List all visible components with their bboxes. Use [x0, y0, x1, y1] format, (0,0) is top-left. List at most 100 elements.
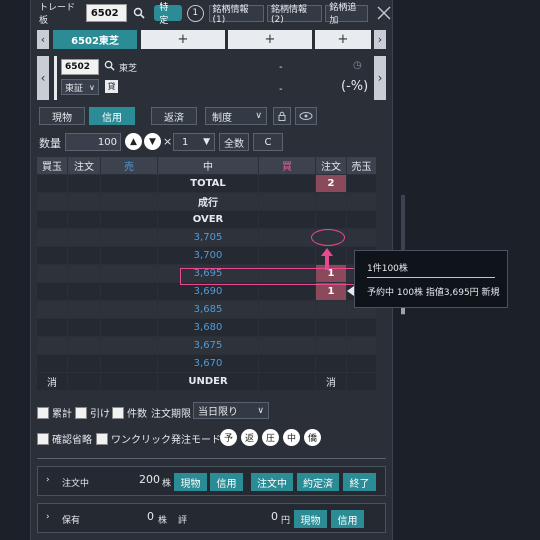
buy-position-cell[interactable] [37, 355, 67, 372]
price-cell[interactable]: 3,685 [158, 301, 258, 318]
stock-info-1-button[interactable]: 銘柄情報(1) [208, 4, 264, 25]
sell-qty-cell[interactable] [101, 337, 157, 354]
sell-position-cell[interactable] [347, 355, 376, 372]
system-select[interactable]: 制度 ∨ [205, 107, 267, 125]
circle-naka-button[interactable]: 中 [283, 429, 300, 446]
circle-kyo-button[interactable]: 僑 [304, 429, 321, 446]
board-row[interactable]: OVER [37, 211, 376, 229]
buy-qty-cell[interactable] [259, 301, 315, 318]
sell-qty-cell[interactable] [101, 355, 157, 372]
buy-order-cell[interactable] [316, 319, 346, 336]
sell-order-cell[interactable] [68, 247, 100, 264]
buy-qty-cell[interactable] [259, 211, 315, 228]
sell-position-cell[interactable] [347, 229, 376, 246]
cancel-all-buy-button[interactable]: 消 [316, 373, 346, 390]
orders-executed-button[interactable]: 約定済 [297, 473, 339, 491]
tab-add-3[interactable]: + [228, 30, 312, 49]
buy-position-cell[interactable] [37, 265, 67, 282]
sell-order-cell[interactable] [68, 175, 100, 192]
buy-order-cell[interactable] [316, 301, 346, 318]
holdings-margin-button[interactable]: 信用 [331, 510, 364, 528]
price-cell[interactable]: 3,675 [158, 337, 258, 354]
sell-order-cell[interactable] [68, 193, 100, 210]
cumulative-checkbox[interactable]: 累計 [37, 405, 72, 420]
sell-position-cell[interactable] [347, 211, 376, 228]
price-cell[interactable]: 3,700 [158, 247, 258, 264]
buy-order-cell[interactable]: 1 [316, 283, 346, 300]
sell-qty-cell[interactable] [101, 265, 157, 282]
board-row[interactable]: 3,675 [37, 337, 376, 355]
price-cell[interactable]: TOTAL [158, 175, 258, 192]
sell-order-cell[interactable] [68, 229, 100, 246]
orders-margin-button[interactable]: 信用 [210, 473, 243, 491]
tab-stock-1[interactable]: 6502東芝 [53, 30, 137, 49]
all-quantity-button[interactable]: 全数 [219, 133, 249, 151]
count-checkbox[interactable]: 件数 [112, 405, 147, 420]
buy-position-cell[interactable] [37, 229, 67, 246]
lock-icon[interactable] [273, 107, 291, 125]
clear-button[interactable]: C [253, 133, 283, 151]
sell-order-cell[interactable] [68, 355, 100, 372]
expiry-select[interactable]: 当日限り ∨ [193, 402, 269, 419]
margin-button[interactable]: 信用 [89, 107, 135, 125]
tab-next-arrow-icon[interactable]: › [374, 30, 386, 49]
sell-qty-cell[interactable] [101, 301, 157, 318]
eye-icon[interactable] [295, 107, 317, 125]
one-click-checkbox[interactable]: ワンクリック発注モード [96, 431, 221, 446]
orders-cash-button[interactable]: 現物 [174, 473, 207, 491]
buy-position-cell[interactable] [37, 247, 67, 264]
buy-position-cell[interactable] [37, 337, 67, 354]
board-row[interactable]: 3,690 1 [37, 283, 376, 301]
buy-order-cell[interactable] [316, 193, 346, 210]
next-stock-arrow-icon[interactable]: › [374, 56, 386, 100]
sell-qty-cell[interactable] [101, 247, 157, 264]
buy-position-cell[interactable] [37, 193, 67, 210]
tokutei-account-badge[interactable]: 特定 [154, 3, 182, 26]
add-stock-button[interactable]: 銘柄追加 [325, 3, 369, 26]
buy-qty-cell[interactable] [259, 229, 315, 246]
decrease-icon[interactable]: ▼ [144, 133, 161, 150]
account-number-button[interactable]: 1 [186, 4, 204, 22]
cancel-all-sell-button[interactable]: 消 [37, 373, 67, 390]
buy-position-cell[interactable] [37, 283, 67, 300]
sell-position-cell[interactable] [347, 319, 376, 336]
buy-qty-cell[interactable] [259, 193, 315, 210]
tab-prev-arrow-icon[interactable]: ‹ [37, 30, 49, 49]
buy-qty-cell[interactable] [259, 319, 315, 336]
circle-atsu-button[interactable]: 圧 [262, 429, 279, 446]
circle-yo-button[interactable]: 予 [220, 429, 237, 446]
prev-stock-arrow-icon[interactable]: ‹ [37, 56, 49, 100]
price-cell[interactable]: 3,705 [158, 229, 258, 246]
search-icon[interactable] [104, 60, 115, 74]
holdings-cash-button[interactable]: 現物 [294, 510, 327, 528]
board-row[interactable]: TOTAL 2 [37, 175, 376, 193]
sell-qty-cell[interactable] [101, 211, 157, 228]
sell-order-cell[interactable] [68, 319, 100, 336]
orders-finished-button[interactable]: 終了 [343, 473, 376, 491]
sell-order-cell[interactable] [68, 211, 100, 228]
sell-qty-cell[interactable] [101, 319, 157, 336]
buy-qty-cell[interactable] [259, 247, 315, 264]
sell-position-cell[interactable] [347, 337, 376, 354]
price-cell[interactable]: 3,690 [158, 283, 258, 300]
sell-qty-cell[interactable] [101, 229, 157, 246]
sell-qty-cell[interactable] [101, 175, 157, 192]
board-row[interactable]: 3,685 [37, 301, 376, 319]
buy-qty-cell[interactable] [259, 337, 315, 354]
buy-order-cell[interactable]: 2 [316, 175, 346, 192]
stock-code-field[interactable]: 6502 [61, 59, 99, 75]
skip-confirm-checkbox[interactable]: 確認省略 [37, 431, 92, 446]
increase-icon[interactable]: ▲ [125, 133, 142, 150]
stock-info-2-button[interactable]: 銘柄情報(2) [266, 4, 323, 25]
board-row[interactable]: 3,670 [37, 355, 376, 373]
tab-add-4[interactable]: + [315, 30, 371, 49]
search-icon[interactable] [131, 5, 147, 21]
sell-order-cell[interactable] [68, 265, 100, 282]
expand-chevron-icon[interactable]: › [46, 475, 50, 485]
sell-qty-cell[interactable] [101, 193, 157, 210]
buy-qty-cell[interactable] [259, 175, 315, 192]
buy-order-cell[interactable] [316, 211, 346, 228]
buy-qty-cell[interactable] [259, 355, 315, 372]
close-icon[interactable] [376, 5, 392, 21]
buy-position-cell[interactable] [37, 175, 67, 192]
